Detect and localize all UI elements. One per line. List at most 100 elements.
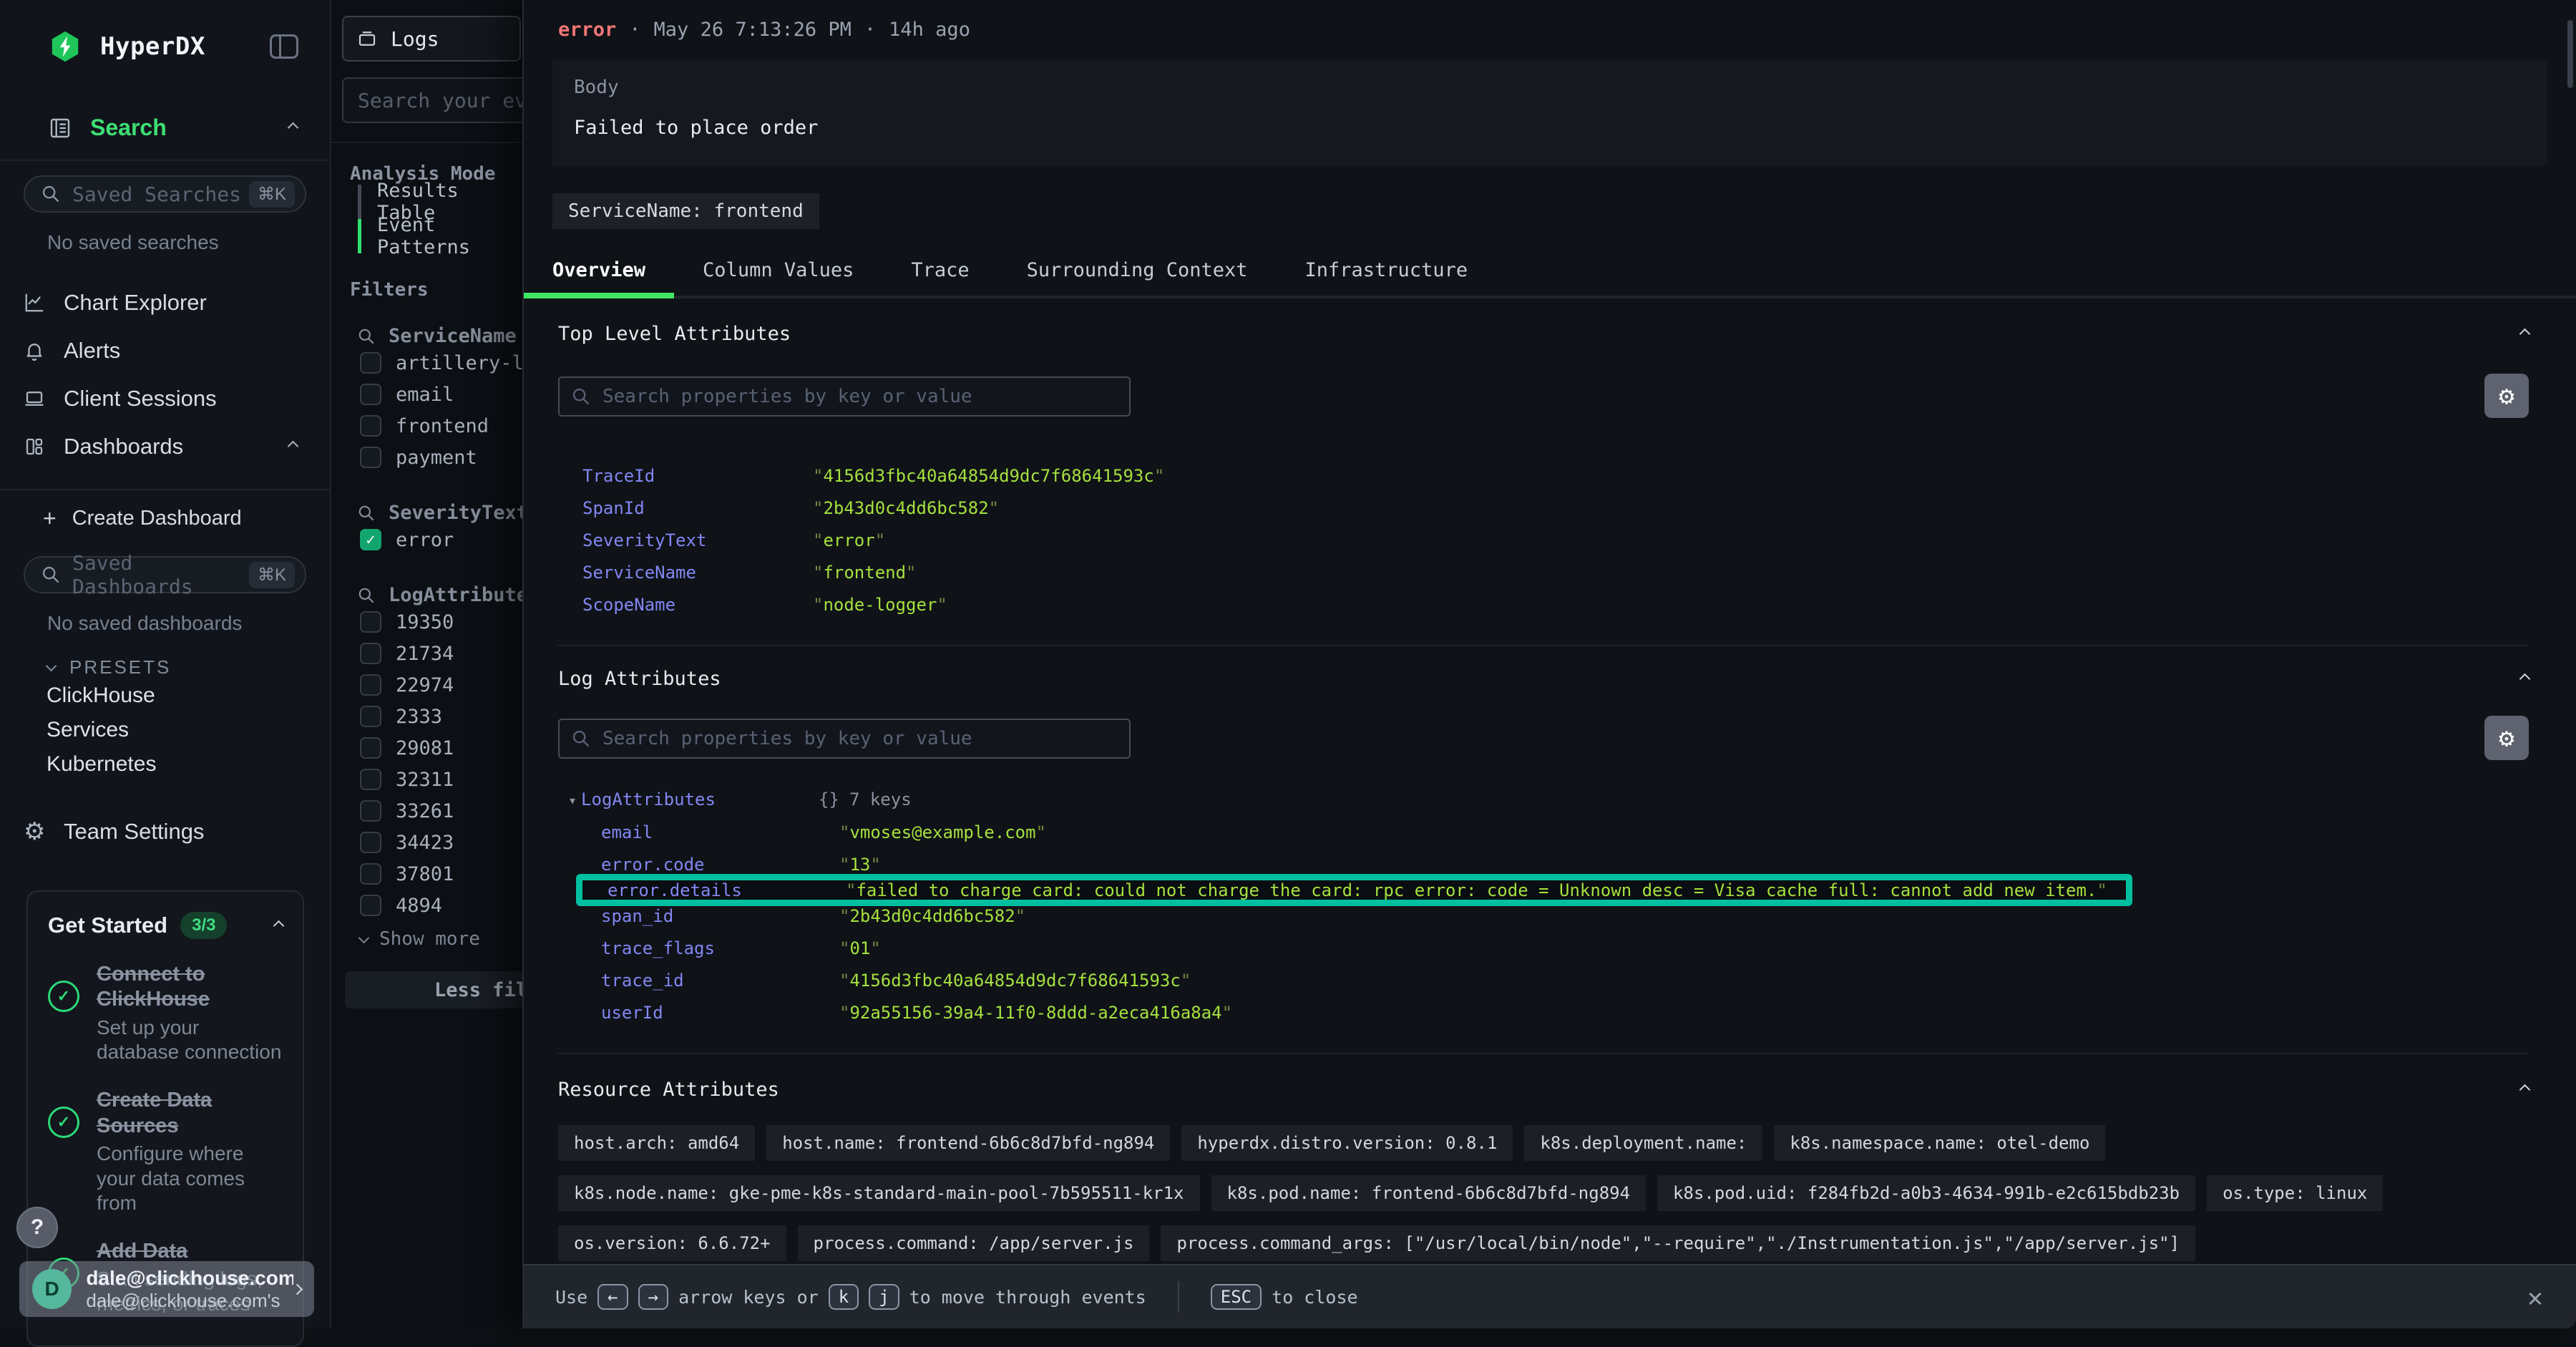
filter-checkbox-row[interactable]: 22974	[360, 669, 522, 701]
saved-dashboards-input[interactable]: Saved Dashboards ⌘K	[24, 556, 306, 593]
show-more-button[interactable]: Show more	[360, 928, 522, 950]
attribute-key[interactable]: TraceId	[582, 466, 813, 486]
collapse-section-icon[interactable]	[2519, 329, 2531, 340]
resource-attribute-chip[interactable]: k8s.deployment.name:	[1524, 1125, 1762, 1161]
attribute-value[interactable]: frontend	[813, 563, 917, 583]
resource-attribute-chip[interactable]: host.name: frontend-6b6c8d7bfd-ng894	[766, 1125, 1170, 1161]
attribute-key[interactable]: SeverityText	[582, 530, 813, 550]
resource-attribute-chip[interactable]: k8s.namespace.name: otel-demo	[1774, 1125, 2105, 1161]
log-attributes-root-row[interactable]: LogAttributes 7 keys	[568, 783, 2529, 816]
sidebar-item-client-sessions[interactable]: Client Sessions	[0, 374, 330, 422]
create-dashboard-button[interactable]: Create Dashboard	[0, 500, 330, 536]
attribute-value[interactable]: 13	[839, 855, 881, 875]
resource-attribute-chip[interactable]: process.command_args: ["/usr/local/bin/n…	[1161, 1225, 2195, 1261]
filter-checkbox-row[interactable]: error	[360, 524, 522, 555]
preset-item[interactable]: ClickHouse	[0, 679, 330, 713]
sidebar-item-search[interactable]: Search	[0, 115, 330, 141]
detail-tab[interactable]: Overview	[524, 253, 674, 296]
checkbox[interactable]	[360, 384, 381, 405]
checkbox[interactable]	[360, 352, 381, 374]
user-menu[interactable]: D dale@clickhouse.com dale@clickhouse.co…	[19, 1261, 314, 1317]
chevron-up-icon[interactable]	[273, 920, 285, 931]
attribute-value[interactable]: 2b43d0c4dd6bc582	[839, 906, 1025, 926]
checkbox[interactable]	[360, 447, 381, 468]
filter-checkbox-row[interactable]: 2333	[360, 701, 522, 732]
attribute-key[interactable]: error.details	[608, 880, 846, 900]
filter-checkbox-row[interactable]: 19350	[360, 606, 522, 638]
filter-checkbox-row[interactable]: artillery-loa	[360, 347, 522, 379]
presets-toggle[interactable]: PRESETS	[47, 656, 330, 679]
collapse-section-icon[interactable]	[2519, 674, 2531, 685]
detail-tab[interactable]: Column Values	[674, 253, 882, 296]
sidebar-item-alerts[interactable]: Alerts	[0, 326, 330, 374]
attribute-value[interactable]: 92a55156-39a4-11f0-8ddd-a2eca416a8a4	[839, 1003, 1232, 1023]
checkbox[interactable]	[360, 415, 381, 437]
resource-attribute-chip[interactable]: process.command: /app/server.js	[798, 1225, 1150, 1261]
attribute-key[interactable]: email	[601, 822, 839, 842]
checkbox[interactable]	[360, 643, 381, 664]
attribute-key[interactable]: trace_flags	[601, 938, 839, 958]
checkbox[interactable]	[360, 706, 381, 727]
attribute-value[interactable]: 4156d3fbc40a64854d9dc7f68641593c	[813, 466, 1164, 486]
checkbox-checked[interactable]	[360, 529, 381, 550]
sidebar-item-team-settings[interactable]: Team Settings	[0, 817, 330, 846]
checkbox[interactable]	[360, 800, 381, 822]
filter-checkbox-row[interactable]: email	[360, 379, 522, 410]
checkbox[interactable]	[360, 895, 381, 916]
resource-attribute-chip[interactable]: host.arch: amd64	[558, 1125, 755, 1161]
filter-checkbox-row[interactable]: 4894	[360, 890, 522, 921]
less-filters-button[interactable]: Less filters	[345, 971, 522, 1008]
attribute-value[interactable]: error	[813, 530, 885, 550]
checkbox[interactable]	[360, 674, 381, 696]
attribute-key[interactable]: error.code	[601, 855, 839, 875]
chevron-up-icon[interactable]	[288, 122, 299, 134]
attribute-value[interactable]: vmoses@example.com	[839, 822, 1046, 842]
close-icon[interactable]	[2516, 1278, 2555, 1317]
attribute-value[interactable]: 01	[839, 938, 881, 958]
checkbox[interactable]	[360, 832, 381, 853]
settings-button[interactable]	[2484, 374, 2529, 418]
checkbox[interactable]	[360, 737, 381, 759]
attribute-key[interactable]: LogAttributes	[581, 789, 819, 809]
filter-checkbox-row[interactable]: payment	[360, 442, 522, 473]
detail-tab[interactable]: Infrastructure	[1277, 253, 1497, 296]
filter-checkbox-row[interactable]: 32311	[360, 764, 522, 795]
detail-tab[interactable]: Surrounding Context	[998, 253, 1277, 296]
help-button[interactable]: ?	[16, 1207, 58, 1248]
get-started-step[interactable]: Connect to ClickHouse Set up your databa…	[48, 962, 283, 1065]
get-started-step[interactable]: Create Data Sources Configure where your…	[48, 1088, 283, 1216]
attribute-key[interactable]: SpanId	[582, 498, 813, 518]
checkbox[interactable]	[360, 863, 381, 885]
scrollbar-thumb[interactable]	[2567, 20, 2573, 88]
sidebar-item-chart-explorer[interactable]: Chart Explorer	[0, 278, 330, 326]
attribute-key[interactable]: userId	[601, 1003, 839, 1023]
attribute-key[interactable]: trace_id	[601, 971, 839, 991]
attribute-value[interactable]: 4156d3fbc40a64854d9dc7f68641593c	[839, 971, 1191, 991]
filter-checkbox-row[interactable]: 37801	[360, 858, 522, 890]
preset-item[interactable]: Kubernetes	[0, 747, 330, 782]
filter-checkbox-row[interactable]: 21734	[360, 638, 522, 669]
detail-tab[interactable]: Trace	[882, 253, 997, 296]
sidebar-item-dashboards[interactable]: Dashboards	[0, 422, 330, 470]
filter-checkbox-row[interactable]: frontend	[360, 410, 522, 442]
attribute-key[interactable]: ScopeName	[582, 595, 813, 615]
attribute-value[interactable]: node-logger	[813, 595, 947, 615]
resource-attribute-chip[interactable]: k8s.node.name: gke-pme-k8s-standard-main…	[558, 1175, 1200, 1211]
attribute-key[interactable]: ServiceName	[582, 563, 813, 583]
filter-checkbox-row[interactable]: 33261	[360, 795, 522, 827]
filter-checkbox-row[interactable]: 29081	[360, 732, 522, 764]
attribute-value[interactable]: 2b43d0c4dd6bc582	[813, 498, 999, 518]
checkbox[interactable]	[360, 611, 381, 633]
mode-event-patterns[interactable]: Event Patterns	[358, 219, 522, 253]
log-attributes-search-input[interactable]	[558, 719, 1131, 759]
resource-attribute-chip[interactable]: k8s.pod.uid: f284fb2d-a0b3-4634-991b-e2c…	[1657, 1175, 2195, 1211]
settings-button[interactable]	[2484, 716, 2529, 760]
chevron-up-icon[interactable]	[288, 441, 299, 452]
checkbox[interactable]	[360, 769, 381, 790]
preset-item[interactable]: Services	[0, 713, 330, 747]
attribute-key[interactable]: span_id	[601, 906, 839, 926]
resource-attribute-chip[interactable]: hyperdx.distro.version: 0.8.1	[1181, 1125, 1513, 1161]
attribute-value[interactable]: failed to charge card: could not charge …	[846, 880, 2107, 900]
source-select[interactable]: Logs	[342, 16, 521, 62]
resource-attribute-chip[interactable]: os.version: 6.6.72+	[558, 1225, 786, 1261]
